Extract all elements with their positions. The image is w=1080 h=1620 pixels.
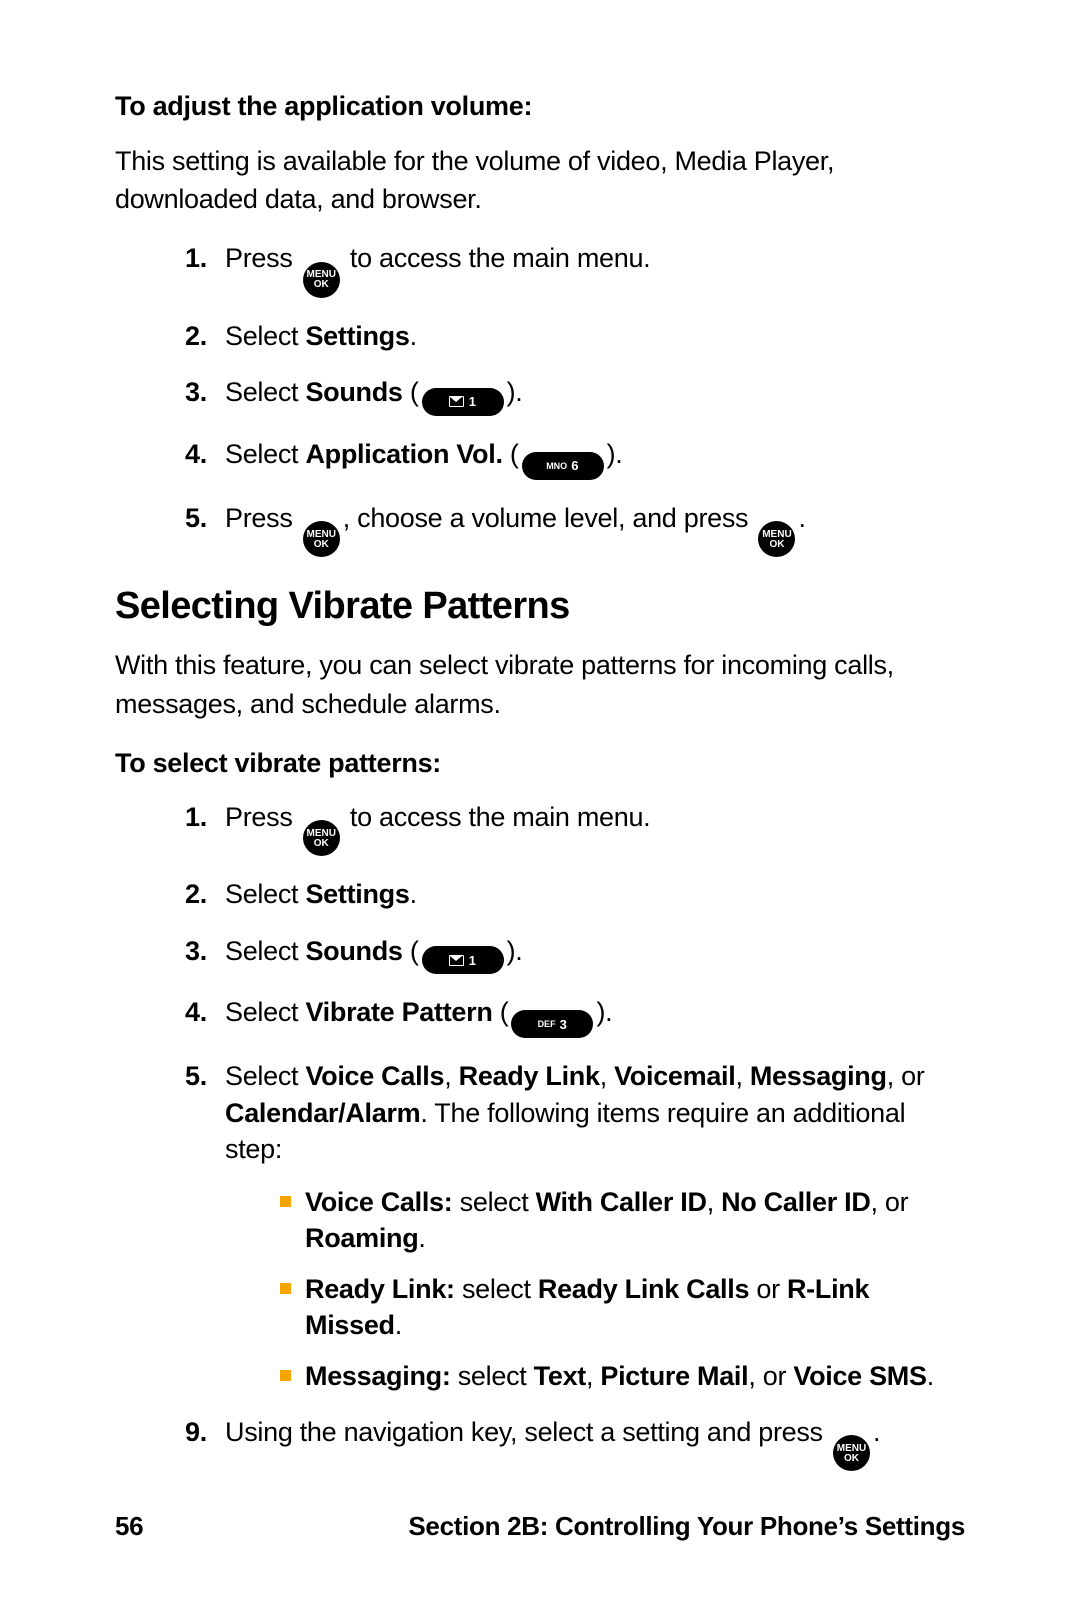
- text: Press: [225, 503, 300, 533]
- step-item: Select Settings.: [185, 318, 965, 354]
- key-3-icon: DEF3: [511, 1010, 593, 1038]
- menu-ok-key-icon: MENUOK: [833, 1435, 870, 1471]
- bold: Application Vol.: [305, 439, 502, 469]
- step-item: Select Settings.: [185, 876, 965, 912]
- menu-ok-key-icon: MENUOK: [303, 521, 340, 557]
- step-item: Select Sounds (1).: [185, 374, 965, 416]
- subheading-app-volume: To adjust the application volume:: [115, 88, 965, 126]
- sub-item: Messaging: select Text, Picture Mail, or…: [280, 1358, 965, 1394]
- text: to access the main menu.: [343, 243, 651, 273]
- step-item: Using the navigation key, select a setti…: [185, 1414, 965, 1472]
- bold: Sounds: [305, 377, 402, 407]
- step-item: Select Application Vol. (MNO6).: [185, 436, 965, 480]
- heading-vibrate-patterns: Selecting Vibrate Patterns: [115, 585, 965, 628]
- text: (: [503, 439, 519, 469]
- text: .: [410, 879, 417, 909]
- page-number: 56: [115, 1511, 143, 1542]
- menu-ok-key-icon: MENUOK: [758, 521, 795, 557]
- bold: Sounds: [305, 936, 402, 966]
- step-item: Press MENUOK to access the main menu.: [185, 799, 965, 857]
- bold: Settings: [305, 321, 409, 351]
- steps-app-volume: Press MENUOK to access the main menu. Se…: [115, 240, 965, 557]
- text: .: [798, 503, 805, 533]
- menu-ok-key-icon: MENUOK: [303, 262, 340, 298]
- step-item: Select Sounds (1).: [185, 933, 965, 975]
- text: .: [873, 1417, 880, 1447]
- intro-app-volume: This setting is available for the volume…: [115, 142, 965, 219]
- text: ).: [507, 377, 523, 407]
- intro-vibrate: With this feature, you can select vibrat…: [115, 646, 965, 723]
- sublist: Voice Calls: select With Caller ID, No C…: [225, 1184, 965, 1394]
- steps-vibrate: Press MENUOK to access the main menu. Se…: [115, 799, 965, 1472]
- text: .: [410, 321, 417, 351]
- text: Press: [225, 802, 300, 832]
- section-title: Section 2B: Controlling Your Phone’s Set…: [408, 1511, 965, 1542]
- text: to access the main menu.: [343, 802, 651, 832]
- bold: Vibrate Pattern: [305, 997, 492, 1027]
- step-item: Select Voice Calls, Ready Link, Voicemai…: [185, 1058, 965, 1394]
- subheading-vibrate: To select vibrate patterns:: [115, 745, 965, 783]
- text: Select: [225, 879, 305, 909]
- text: ).: [596, 997, 612, 1027]
- key-6-icon: MNO6: [522, 452, 604, 480]
- text: Select: [225, 321, 305, 351]
- key-1-icon: 1: [422, 946, 504, 974]
- text: (: [403, 936, 419, 966]
- sub-item: Voice Calls: select With Caller ID, No C…: [280, 1184, 965, 1257]
- text: ).: [607, 439, 623, 469]
- text: Select: [225, 936, 305, 966]
- text: Select: [225, 997, 305, 1027]
- text: Using the navigation key, select a setti…: [225, 1417, 830, 1447]
- step-item: Press MENUOK to access the main menu.: [185, 240, 965, 298]
- text: Select: [225, 439, 305, 469]
- key-1-icon: 1: [422, 388, 504, 416]
- page-footer: 56 Section 2B: Controlling Your Phone’s …: [115, 1511, 965, 1542]
- step-item: Select Vibrate Pattern (DEF3).: [185, 994, 965, 1038]
- menu-ok-key-icon: MENUOK: [303, 820, 340, 856]
- text: Select: [225, 1061, 305, 1091]
- text: (: [403, 377, 419, 407]
- manual-page: To adjust the application volume: This s…: [0, 0, 1080, 1620]
- text: Select: [225, 377, 305, 407]
- text: ).: [507, 936, 523, 966]
- step-item: Press MENUOK, choose a volume level, and…: [185, 500, 965, 558]
- text: (: [493, 997, 509, 1027]
- text: , choose a volume level, and press: [343, 503, 756, 533]
- sub-item: Ready Link: select Ready Link Calls or R…: [280, 1271, 965, 1344]
- bold: Settings: [305, 879, 409, 909]
- text: Press: [225, 243, 300, 273]
